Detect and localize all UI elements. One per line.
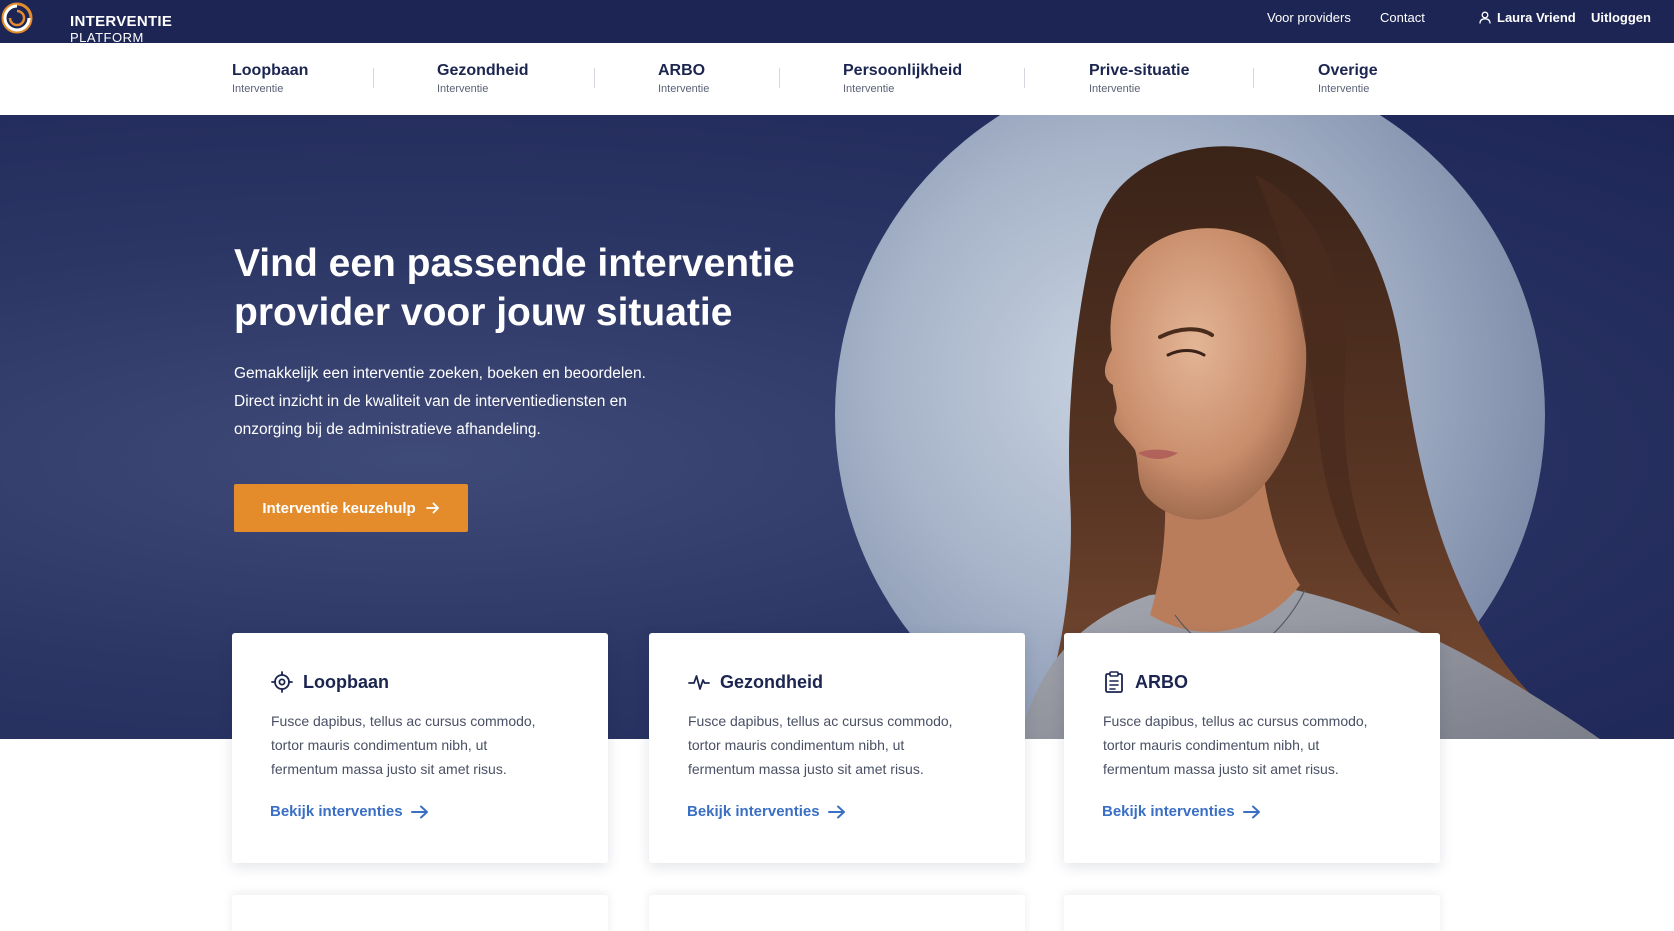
nav-item-title: Gezondheid [437,62,529,79]
nav-divider [1253,68,1254,88]
card-header: Loopbaan [271,671,389,693]
nav-item-gezondheid[interactable]: Gezondheid Interventie [437,62,529,95]
nav-item-subtitle: Interventie [1318,83,1370,95]
card-description-line: tortor mauris condimentum nibh, ut [271,737,488,753]
arrow-right-icon [827,805,845,818]
category-card-partial [1064,895,1440,931]
nav-item-subtitle: Interventie [843,83,895,95]
category-card-gezondheid: Gezondheid Fusce dapibus, tellus ac curs… [649,633,1025,863]
hero-description: Gemakkelijk een interventie zoeken, boek… [234,360,704,444]
keuzehulp-button[interactable]: Interventie keuzehulp [234,484,468,532]
card-description-line: tortor mauris condimentum nibh, ut [688,737,905,753]
card-title: Loopbaan [303,671,389,692]
contact-link[interactable]: Contact [1380,10,1425,25]
clipboard-icon [1105,671,1123,693]
category-card-partial [232,895,608,931]
nav-divider [373,68,374,88]
hero-description-line: Gemakkelijk een interventie zoeken, boek… [234,365,646,382]
nav-item-prive-situatie[interactable]: Prive-situatie Interventie [1089,62,1189,95]
hero-description-line: onzorging bij de administratieve afhande… [234,421,541,438]
nav-item-subtitle: Interventie [437,83,489,95]
hero-title-line: Vind een passende interventie [234,242,795,285]
logo-line-1: INTERVENTIE [70,13,173,30]
hero-description-line: Direct inzicht in de kwaliteit van de in… [234,393,627,410]
card-title: Gezondheid [720,671,823,692]
nav-item-subtitle: Interventie [658,83,710,95]
nav-item-persoonlijkheid[interactable]: Persoonlijkheid Interventie [843,62,962,95]
card-link-label: Bekijk interventies [687,803,820,820]
card-link-label: Bekijk interventies [1102,803,1235,820]
card-link-label: Bekijk interventies [270,803,403,820]
card-description-line: Fusce dapibus, tellus ac cursus commodo, [271,713,536,729]
arrow-right-icon [1242,805,1260,818]
card-description-line: Fusce dapibus, tellus ac cursus commodo, [688,713,953,729]
card-description: Fusce dapibus, tellus ac cursus commodo,… [688,709,988,781]
target-icon [271,671,293,693]
nav-item-subtitle: Interventie [1089,83,1141,95]
nav-item-title: Loopbaan [232,62,309,79]
arrow-right-icon [410,805,428,818]
card-description-line: Fusce dapibus, tellus ac cursus commodo, [1103,713,1368,729]
bekijk-interventies-link[interactable]: Bekijk interventies [687,803,846,820]
card-description-line: fermentum massa justo sit amet risus. [1103,761,1339,777]
main-navigation: Loopbaan Interventie Gezondheid Interven… [0,43,1674,115]
bekijk-interventies-link[interactable]: Bekijk interventies [270,803,429,820]
nav-item-arbo[interactable]: ARBO Interventie [658,62,709,95]
category-card-loopbaan: Loopbaan Fusce dapibus, tellus ac cursus… [232,633,608,863]
card-description: Fusce dapibus, tellus ac cursus commodo,… [1103,709,1403,781]
nav-item-title: Overige [1318,62,1378,79]
nav-item-title: Persoonlijkheid [843,62,963,79]
hero-title-line: provider voor jouw situatie [234,291,733,334]
logo-wordmark: INTERVENTIE PLATFORM [70,14,172,46]
bekijk-interventies-link[interactable]: Bekijk interventies [1102,803,1261,820]
logo-mark-icon [1,2,33,34]
keuzehulp-button-label: Interventie keuzehulp [262,499,416,517]
nav-divider [1024,68,1025,88]
card-description-line: fermentum massa justo sit amet risus. [271,761,507,777]
nav-item-title: ARBO [658,62,706,79]
nav-item-subtitle: Interventie [232,83,284,95]
nav-divider [594,68,595,88]
card-header: ARBO [1103,671,1188,693]
voor-providers-link[interactable]: Voor providers [1267,10,1351,25]
card-description: Fusce dapibus, tellus ac cursus commodo,… [271,709,571,781]
nav-divider [779,68,780,88]
hero-title: Vind een passende interventie provider v… [234,239,854,337]
nav-item-loopbaan[interactable]: Loopbaan Interventie [232,62,308,95]
card-title: ARBO [1135,671,1188,692]
nav-item-overige[interactable]: Overige Interventie [1318,62,1378,95]
card-description-line: tortor mauris condimentum nibh, ut [1103,737,1320,753]
user-name: Laura Vriend [1497,10,1576,25]
user-menu[interactable]: Laura Vriend [1479,10,1576,25]
user-icon [1479,11,1491,24]
pulse-icon [688,675,710,690]
category-card-partial [649,895,1025,931]
arrow-right-icon [425,502,439,514]
card-description-line: fermentum massa justo sit amet risus. [688,761,924,777]
logout-link[interactable]: Uitloggen [1591,10,1651,25]
card-header: Gezondheid [688,671,823,693]
category-card-arbo: ARBO Fusce dapibus, tellus ac cursus com… [1064,633,1440,863]
nav-item-title: Prive-situatie [1089,62,1190,79]
